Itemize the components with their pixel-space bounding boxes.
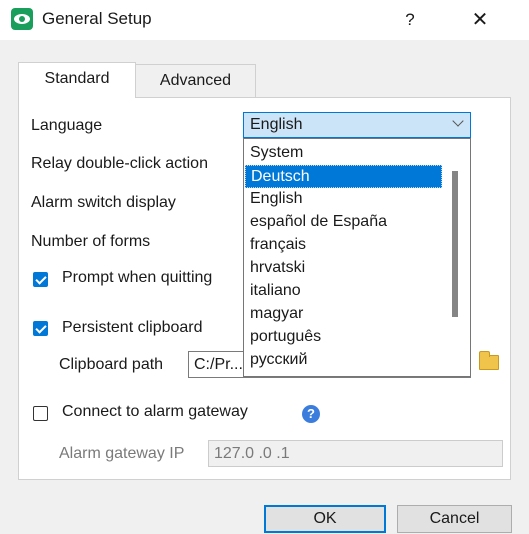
- language-label: Language: [31, 117, 103, 134]
- help-circle-icon[interactable]: ?: [302, 405, 320, 423]
- alarm-switch-label: Alarm switch display: [31, 194, 176, 211]
- title-bar: General Setup ? ✕: [0, 0, 529, 40]
- dropdown-option[interactable]: System: [245, 142, 442, 165]
- connect-gateway-label: Connect to alarm gateway: [62, 403, 248, 420]
- dropdown-option[interactable]: español de España: [245, 211, 442, 234]
- prompt-quit-checkbox[interactable]: [33, 272, 48, 287]
- window-title: General Setup: [42, 9, 152, 28]
- gateway-ip-input: 127.0 .0 .1: [208, 440, 503, 467]
- dropdown-option[interactable]: italiano: [245, 280, 442, 303]
- dropdown-scrollbar[interactable]: [452, 171, 458, 317]
- close-button[interactable]: ✕: [460, 6, 500, 34]
- persistent-clipboard-label: Persistent clipboard: [62, 319, 203, 336]
- dropdown-option[interactable]: hrvatski: [245, 257, 442, 280]
- language-dropdown-list[interactable]: System Deutsch English español de España…: [243, 138, 471, 377]
- tab-advanced[interactable]: Advanced: [136, 64, 256, 98]
- folder-icon[interactable]: [479, 351, 499, 370]
- eye-icon: [11, 8, 33, 30]
- number-of-forms-label: Number of forms: [31, 233, 151, 250]
- prompt-quit-label: Prompt when quitting: [62, 269, 213, 286]
- relay-label: Relay double-click action: [31, 155, 208, 172]
- dropdown-option[interactable]: русский: [245, 349, 442, 372]
- cancel-button[interactable]: Cancel: [397, 505, 512, 533]
- tab-standard[interactable]: Standard: [18, 62, 136, 98]
- dropdown-option[interactable]: português: [245, 326, 442, 349]
- clipboard-path-label: Clipboard path: [59, 356, 164, 373]
- persistent-clipboard-checkbox[interactable]: [33, 321, 48, 336]
- dropdown-option[interactable]: magyar: [245, 303, 442, 326]
- chevron-down-icon[interactable]: [452, 115, 464, 127]
- gateway-ip-label: Alarm gateway IP: [59, 445, 185, 462]
- language-select[interactable]: English: [243, 112, 471, 138]
- dropdown-option[interactable]: français: [245, 234, 442, 257]
- help-button[interactable]: ?: [392, 6, 428, 34]
- ok-button[interactable]: OK: [264, 505, 386, 533]
- connect-gateway-checkbox[interactable]: [33, 406, 48, 421]
- dropdown-option-highlighted[interactable]: Deutsch: [245, 165, 442, 188]
- language-select-value: English: [250, 116, 303, 133]
- dropdown-option[interactable]: English: [245, 188, 442, 211]
